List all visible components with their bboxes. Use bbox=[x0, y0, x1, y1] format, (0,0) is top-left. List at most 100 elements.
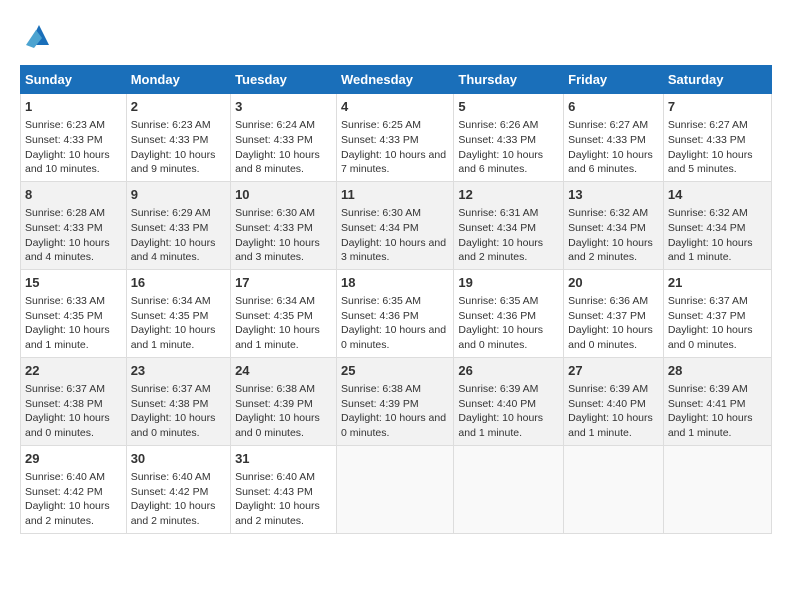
day-number: 22 bbox=[25, 362, 122, 380]
daylight-text: Daylight: 10 hours and 2 minutes. bbox=[235, 500, 320, 527]
daylight-text: Daylight: 10 hours and 9 minutes. bbox=[131, 149, 216, 176]
day-cell: 23Sunrise: 6:37 AMSunset: 4:38 PMDayligh… bbox=[126, 357, 230, 445]
sunset-text: Sunset: 4:33 PM bbox=[235, 134, 313, 146]
day-cell: 26Sunrise: 6:39 AMSunset: 4:40 PMDayligh… bbox=[454, 357, 564, 445]
week-row-3: 15Sunrise: 6:33 AMSunset: 4:35 PMDayligh… bbox=[21, 269, 772, 357]
sunset-text: Sunset: 4:40 PM bbox=[458, 398, 536, 410]
sunrise-text: Sunrise: 6:29 AM bbox=[131, 207, 211, 219]
logo-icon bbox=[24, 20, 54, 50]
daylight-text: Daylight: 10 hours and 6 minutes. bbox=[568, 149, 653, 176]
sunrise-text: Sunrise: 6:37 AM bbox=[25, 383, 105, 395]
sunset-text: Sunset: 4:35 PM bbox=[131, 310, 209, 322]
sunset-text: Sunset: 4:35 PM bbox=[25, 310, 103, 322]
day-cell: 31 Sunrise: 6:40 AM Sunset: 4:43 PM Dayligh… bbox=[231, 445, 337, 533]
daylight-text: Daylight: 10 hours and 2 minutes. bbox=[131, 500, 216, 527]
sunrise-text: Sunrise: 6:26 AM bbox=[458, 119, 538, 131]
day-cell: 6Sunrise: 6:27 AMSunset: 4:33 PMDaylight… bbox=[564, 94, 664, 182]
sunset-text: Sunset: 4:41 PM bbox=[668, 398, 746, 410]
day-number: 5 bbox=[458, 98, 559, 116]
sunset-text: Sunset: 4:37 PM bbox=[668, 310, 746, 322]
sunset-text: Sunset: 4:42 PM bbox=[25, 486, 103, 498]
sunrise-text: Sunrise: 6:38 AM bbox=[235, 383, 315, 395]
header-monday: Monday bbox=[126, 66, 230, 94]
day-number: 15 bbox=[25, 274, 122, 292]
day-cell: 18Sunrise: 6:35 AMSunset: 4:36 PMDayligh… bbox=[336, 269, 453, 357]
daylight-text: Daylight: 10 hours and 1 minute. bbox=[235, 324, 320, 351]
day-cell: 9Sunrise: 6:29 AMSunset: 4:33 PMDaylight… bbox=[126, 181, 230, 269]
sunrise-text: Sunrise: 6:25 AM bbox=[341, 119, 421, 131]
day-cell: 22Sunrise: 6:37 AMSunset: 4:38 PMDayligh… bbox=[21, 357, 127, 445]
sunset-text: Sunset: 4:33 PM bbox=[668, 134, 746, 146]
sunrise-text: Sunrise: 6:23 AM bbox=[131, 119, 211, 131]
day-cell bbox=[564, 445, 664, 533]
day-number: 6 bbox=[568, 98, 659, 116]
day-number: 26 bbox=[458, 362, 559, 380]
day-number: 8 bbox=[25, 186, 122, 204]
sunrise-text: Sunrise: 6:24 AM bbox=[235, 119, 315, 131]
header-saturday: Saturday bbox=[663, 66, 771, 94]
day-cell: 1Sunrise: 6:23 AMSunset: 4:33 PMDaylight… bbox=[21, 94, 127, 182]
day-cell bbox=[454, 445, 564, 533]
daylight-text: Daylight: 10 hours and 0 minutes. bbox=[341, 324, 446, 351]
sunset-text: Sunset: 4:33 PM bbox=[568, 134, 646, 146]
logo bbox=[20, 20, 54, 50]
sunrise-text: Sunrise: 6:30 AM bbox=[341, 207, 421, 219]
day-number: 29 bbox=[25, 450, 122, 468]
day-cell bbox=[336, 445, 453, 533]
day-cell: 3Sunrise: 6:24 AMSunset: 4:33 PMDaylight… bbox=[231, 94, 337, 182]
daylight-text: Daylight: 10 hours and 6 minutes. bbox=[458, 149, 543, 176]
day-cell: 15Sunrise: 6:33 AMSunset: 4:35 PMDayligh… bbox=[21, 269, 127, 357]
daylight-text: Daylight: 10 hours and 0 minutes. bbox=[668, 324, 753, 351]
sunset-text: Sunset: 4:33 PM bbox=[235, 222, 313, 234]
daylight-text: Daylight: 10 hours and 7 minutes. bbox=[341, 149, 446, 176]
daylight-text: Daylight: 10 hours and 2 minutes. bbox=[458, 237, 543, 264]
sunrise-text: Sunrise: 6:37 AM bbox=[131, 383, 211, 395]
header-thursday: Thursday bbox=[454, 66, 564, 94]
sunset-text: Sunset: 4:33 PM bbox=[25, 222, 103, 234]
day-cell: 29Sunrise: 6:40 AMSunset: 4:42 PMDayligh… bbox=[21, 445, 127, 533]
daylight-text: Daylight: 10 hours and 1 minute. bbox=[668, 412, 753, 439]
daylight-text: Daylight: 10 hours and 0 minutes. bbox=[458, 324, 543, 351]
day-number: 4 bbox=[341, 98, 449, 116]
day-cell: 21Sunrise: 6:37 AMSunset: 4:37 PMDayligh… bbox=[663, 269, 771, 357]
day-number: 27 bbox=[568, 362, 659, 380]
day-cell: 20Sunrise: 6:36 AMSunset: 4:37 PMDayligh… bbox=[564, 269, 664, 357]
daylight-text: Daylight: 10 hours and 5 minutes. bbox=[668, 149, 753, 176]
sunrise-text: Sunrise: 6:40 AM bbox=[25, 471, 105, 483]
day-cell: 10Sunrise: 6:30 AMSunset: 4:33 PMDayligh… bbox=[231, 181, 337, 269]
sunset-text: Sunset: 4:34 PM bbox=[458, 222, 536, 234]
sunset-text: Sunset: 4:33 PM bbox=[458, 134, 536, 146]
day-number: 10 bbox=[235, 186, 332, 204]
sunrise-text: Sunrise: 6:30 AM bbox=[235, 207, 315, 219]
day-cell: 19Sunrise: 6:35 AMSunset: 4:36 PMDayligh… bbox=[454, 269, 564, 357]
day-cell bbox=[663, 445, 771, 533]
daylight-text: Daylight: 10 hours and 4 minutes. bbox=[25, 237, 110, 264]
sunset-text: Sunset: 4:43 PM bbox=[235, 486, 313, 498]
day-number: 17 bbox=[235, 274, 332, 292]
day-cell: 7Sunrise: 6:27 AMSunset: 4:33 PMDaylight… bbox=[663, 94, 771, 182]
sunset-text: Sunset: 4:33 PM bbox=[131, 222, 209, 234]
daylight-text: Daylight: 10 hours and 4 minutes. bbox=[131, 237, 216, 264]
sunset-text: Sunset: 4:39 PM bbox=[341, 398, 419, 410]
daylight-text: Daylight: 10 hours and 1 minute. bbox=[668, 237, 753, 264]
sunset-text: Sunset: 4:40 PM bbox=[568, 398, 646, 410]
sunset-text: Sunset: 4:38 PM bbox=[131, 398, 209, 410]
day-number: 2 bbox=[131, 98, 226, 116]
header-friday: Friday bbox=[564, 66, 664, 94]
daylight-text: Daylight: 10 hours and 0 minutes. bbox=[131, 412, 216, 439]
sunset-text: Sunset: 4:34 PM bbox=[341, 222, 419, 234]
day-number: 31 bbox=[235, 450, 332, 468]
sunset-text: Sunset: 4:36 PM bbox=[341, 310, 419, 322]
daylight-text: Daylight: 10 hours and 0 minutes. bbox=[25, 412, 110, 439]
day-number: 3 bbox=[235, 98, 332, 116]
sunrise-text: Sunrise: 6:35 AM bbox=[341, 295, 421, 307]
header-sunday: Sunday bbox=[21, 66, 127, 94]
sunset-text: Sunset: 4:33 PM bbox=[341, 134, 419, 146]
day-cell: 27Sunrise: 6:39 AMSunset: 4:40 PMDayligh… bbox=[564, 357, 664, 445]
sunrise-text: Sunrise: 6:40 AM bbox=[235, 471, 315, 483]
day-cell: 25Sunrise: 6:38 AMSunset: 4:39 PMDayligh… bbox=[336, 357, 453, 445]
daylight-text: Daylight: 10 hours and 10 minutes. bbox=[25, 149, 110, 176]
sunset-text: Sunset: 4:33 PM bbox=[131, 134, 209, 146]
day-number: 1 bbox=[25, 98, 122, 116]
sunrise-text: Sunrise: 6:39 AM bbox=[568, 383, 648, 395]
